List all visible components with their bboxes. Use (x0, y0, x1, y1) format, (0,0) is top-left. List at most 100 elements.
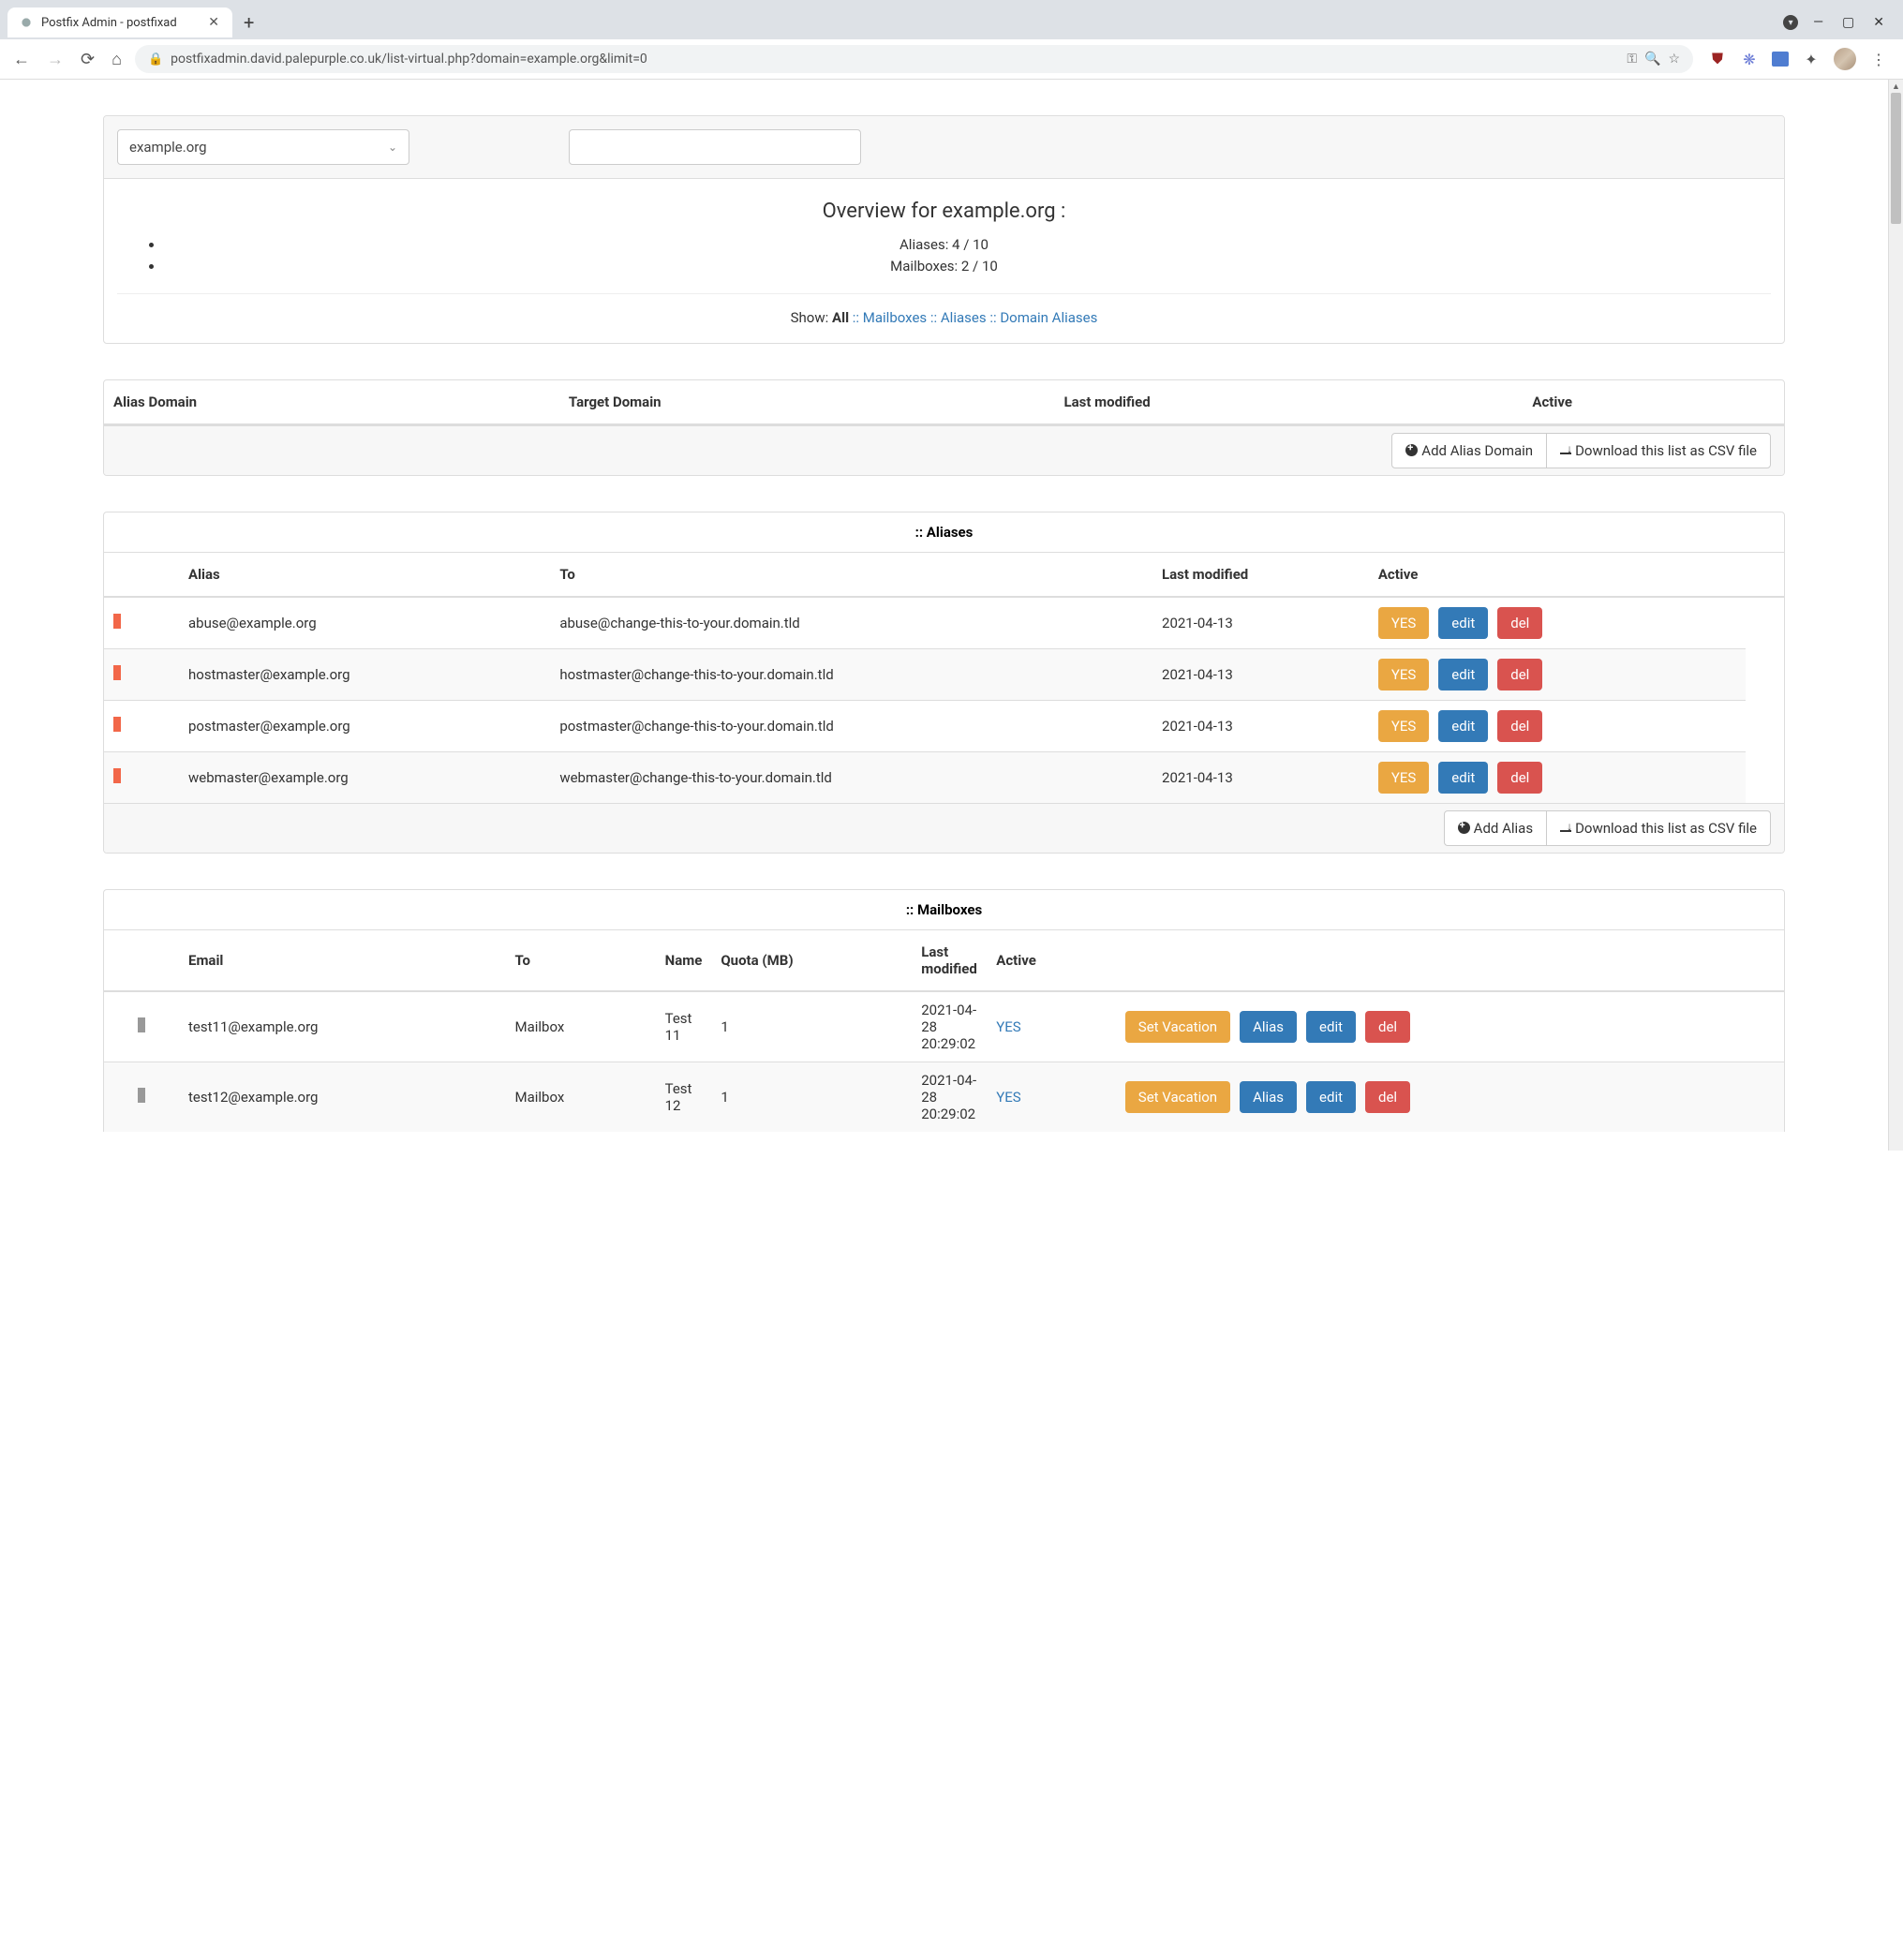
delete-button[interactable]: del (1497, 659, 1542, 690)
scrollbar-thumb[interactable] (1891, 93, 1901, 224)
alias-cell: hostmaster@example.org (179, 649, 550, 701)
active-toggle[interactable]: YES (1378, 762, 1429, 794)
tab-title: Postfix Admin - postfixad (41, 16, 199, 30)
table-row: test12@example.orgMailboxTest 1212021-04… (104, 1062, 1784, 1133)
aliases-title: :: Aliases (104, 512, 1784, 553)
ublock-icon[interactable]: ⛊ (1708, 50, 1727, 68)
user-avatar[interactable] (1834, 48, 1856, 70)
filter-mailboxes[interactable]: Mailboxes (863, 309, 927, 326)
col-active[interactable]: Active (1369, 553, 1746, 597)
home-button[interactable]: ⌂ (108, 46, 126, 73)
domain-select[interactable]: example.org ⌄ (117, 129, 409, 165)
alias-domain-table: Alias Domain Target Domain Last modified… (104, 380, 1784, 425)
delete-button[interactable]: del (1497, 762, 1542, 794)
chevron-down-icon: ⌄ (388, 141, 397, 154)
extension-icon-3[interactable] (1772, 52, 1789, 67)
delete-button[interactable]: del (1497, 607, 1542, 639)
show-filter: Show: All :: Mailboxes :: Aliases :: Dom… (104, 294, 1784, 343)
edit-button[interactable]: edit (1438, 659, 1488, 690)
active-toggle[interactable]: YES (1378, 659, 1429, 690)
search-input[interactable] (569, 129, 861, 165)
download-csv-aliases-button[interactable]: Download this list as CSV file (1546, 810, 1771, 846)
show-label: Show: (791, 309, 829, 326)
aliases-footer: Add Alias Download this list as CSV file (104, 803, 1784, 853)
col-quota[interactable]: Quota (MB) (711, 930, 912, 991)
delete-button[interactable]: del (1365, 1011, 1410, 1043)
col-email[interactable]: Email (179, 930, 505, 991)
alias-domain-panel: Alias Domain Target Domain Last modified… (103, 379, 1785, 476)
zoom-icon[interactable]: 🔍 (1644, 52, 1660, 67)
bookmark-icon[interactable]: ☆ (1668, 52, 1680, 67)
extension-icon-2[interactable]: ❋ (1740, 50, 1759, 68)
minimize-button[interactable]: — (1809, 11, 1827, 34)
col-alias[interactable]: Alias (179, 553, 550, 597)
marker-icon (113, 665, 121, 680)
col-modified[interactable]: Last modified (912, 930, 987, 991)
close-window-button[interactable]: ✕ (1869, 11, 1888, 34)
col-last-modified[interactable]: Last modified (1054, 380, 1523, 424)
col-target-domain[interactable]: Target Domain (559, 380, 1055, 424)
modified-cell: 2021-04-28 20:29:02 (912, 991, 987, 1062)
maximize-button[interactable]: ▢ (1838, 11, 1858, 34)
address-bar: ← → ⟳ ⌂ 🔒 postfixadmin.david.palepurple.… (0, 39, 1903, 80)
alias-cell: webmaster@example.org (179, 752, 550, 804)
reload-button[interactable]: ⟳ (77, 46, 98, 73)
close-tab-icon[interactable]: ✕ (206, 15, 221, 30)
to-cell: Mailbox (505, 991, 655, 1062)
active-link[interactable]: YES (996, 1018, 1020, 1035)
col-name[interactable]: Name (656, 930, 712, 991)
filter-aliases[interactable]: Aliases (941, 309, 987, 326)
edit-button[interactable]: edit (1438, 710, 1488, 742)
add-alias-domain-button[interactable]: Add Alias Domain (1391, 433, 1547, 468)
browser-tab[interactable]: Postfix Admin - postfixad ✕ (7, 7, 232, 37)
col-active[interactable]: Active (987, 930, 1116, 991)
add-alias-button[interactable]: Add Alias (1444, 810, 1547, 846)
active-toggle[interactable]: YES (1378, 607, 1429, 639)
col-to[interactable]: To (505, 930, 655, 991)
edit-button[interactable]: edit (1306, 1081, 1356, 1113)
active-toggle[interactable]: YES (1378, 710, 1429, 742)
filter-all[interactable]: All (832, 309, 849, 326)
favicon-icon (19, 15, 34, 30)
forward-button[interactable]: → (43, 46, 67, 73)
active-link[interactable]: YES (996, 1089, 1020, 1106)
alias-button[interactable]: Alias (1240, 1011, 1297, 1043)
download-csv-alias-domain-button[interactable]: Download this list as CSV file (1546, 433, 1771, 468)
aliases-stat: Aliases: 4 / 10 (117, 234, 1771, 256)
profile-dropdown-icon[interactable]: ▾ (1783, 15, 1798, 30)
browser-menu-icon[interactable]: ⋮ (1869, 50, 1888, 68)
name-cell: Test 12 (656, 1062, 712, 1133)
email-cell: test12@example.org (179, 1062, 505, 1133)
quota-cell: 1 (711, 1062, 912, 1133)
table-row: postmaster@example.orgpostmaster@change-… (104, 701, 1784, 752)
col-alias-domain[interactable]: Alias Domain (104, 380, 559, 424)
page-content: example.org ⌄ Overview for example.org :… (0, 80, 1888, 1151)
set-vacation-button[interactable]: Set Vacation (1125, 1011, 1230, 1043)
set-vacation-button[interactable]: Set Vacation (1125, 1081, 1230, 1113)
email-cell: test11@example.org (179, 991, 505, 1062)
col-modified[interactable]: Last modified (1152, 553, 1369, 597)
edit-button[interactable]: edit (1438, 607, 1488, 639)
aliases-table: Alias To Last modified Active abuse@exam… (104, 553, 1784, 803)
new-tab-button[interactable]: + (232, 7, 265, 37)
overview-stats: Aliases: 4 / 10 Mailboxes: 2 / 10 (117, 234, 1771, 294)
marker-icon (113, 768, 121, 783)
scrollbar[interactable]: ▲ (1888, 80, 1903, 1151)
delete-button[interactable]: del (1365, 1081, 1410, 1113)
back-button[interactable]: ← (9, 46, 34, 73)
edit-button[interactable]: edit (1438, 762, 1488, 794)
extensions-menu-icon[interactable]: ✦ (1802, 50, 1821, 68)
col-to[interactable]: To (550, 553, 1152, 597)
url-bar[interactable]: 🔒 postfixadmin.david.palepurple.co.uk/li… (135, 45, 1693, 73)
delete-button[interactable]: del (1497, 710, 1542, 742)
edit-button[interactable]: edit (1306, 1011, 1356, 1043)
tab-bar: Postfix Admin - postfixad ✕ + ▾ — ▢ ✕ (0, 0, 1903, 39)
key-icon[interactable]: ⚿ (1627, 52, 1637, 67)
filter-domain-aliases[interactable]: Domain Aliases (1000, 309, 1097, 326)
alias-button[interactable]: Alias (1240, 1081, 1297, 1113)
col-active[interactable]: Active (1523, 380, 1784, 424)
marker-icon (113, 717, 121, 732)
scroll-up-icon[interactable]: ▲ (1889, 82, 1903, 92)
extension-icons: ⛊ ❋ ✦ ⋮ (1702, 48, 1894, 70)
modified-cell: 2021-04-13 (1152, 649, 1369, 701)
